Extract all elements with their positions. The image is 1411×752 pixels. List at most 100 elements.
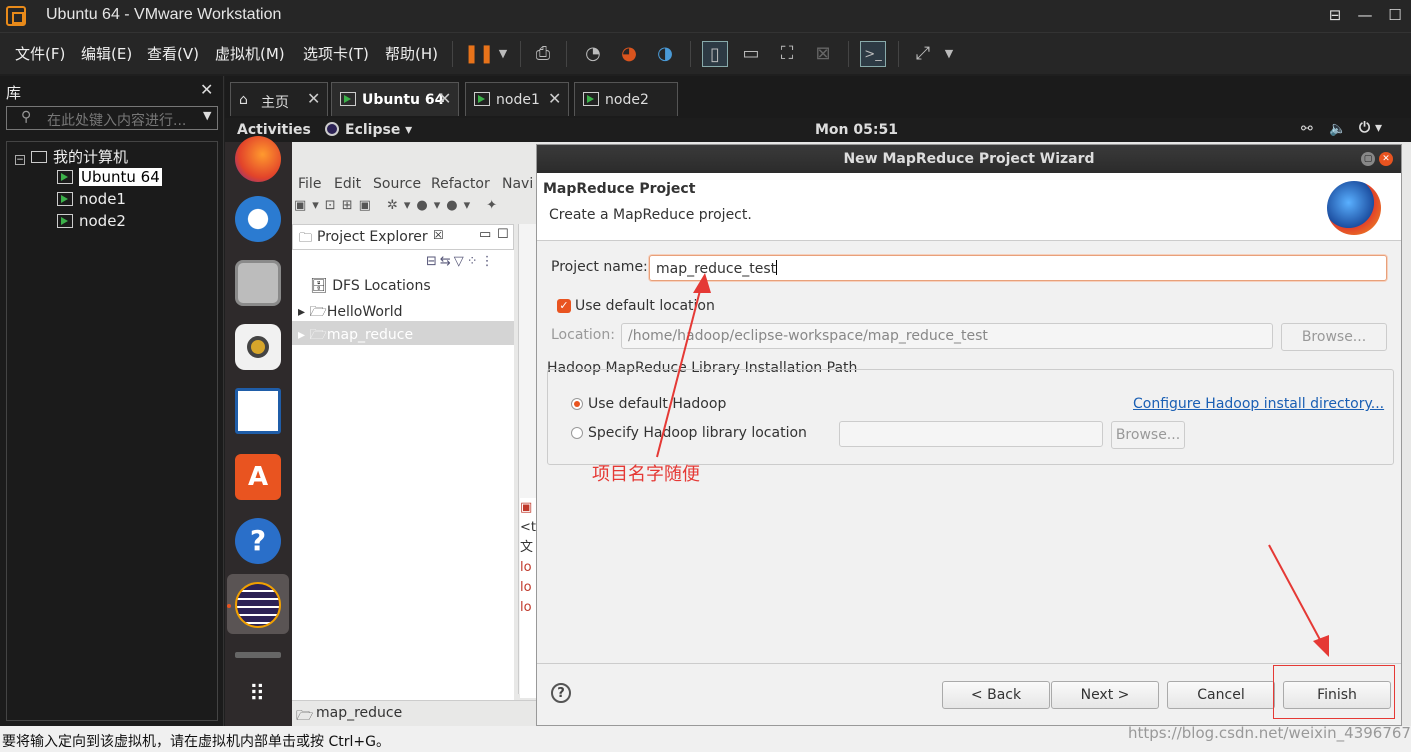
close-icon[interactable]: ✕ [307, 89, 320, 108]
library-search-input[interactable]: ⚲ 在此处键入内容进行... ▼ [6, 106, 218, 130]
eclipse-menu-edit[interactable]: Edit [334, 176, 361, 192]
vm-tab-bar: ⌂ 主页 ✕ Ubuntu 64 ✕ node1 ✕ node2 [225, 76, 1411, 118]
vm-icon [57, 192, 73, 206]
vm-screen[interactable]: Activities Eclipse ▾ Mon 05:51 ⚯ 🔈 ⏻ ▾ A… [225, 118, 1411, 726]
snapshot-manager-icon[interactable]: ◑ [652, 41, 678, 67]
menu-edit[interactable]: 编辑(E) [81, 43, 132, 64]
menu-help[interactable]: 帮助(H) [385, 43, 438, 64]
close-icon[interactable]: ✕ [200, 80, 213, 99]
configure-hadoop-link[interactable]: Configure Hadoop install directory... [1133, 396, 1384, 412]
project-explorer-panel: ⊟⇆▽⁘⋮ 🗄 DFS Locations ▸ 🗁HelloWorld ▸ 🗁m… [292, 250, 514, 700]
files-icon[interactable] [235, 260, 281, 306]
tree-item-label: node1 [79, 190, 126, 208]
chevron-down-icon[interactable]: ▼ [936, 41, 962, 67]
expand-icon: ▸ [298, 327, 306, 343]
chevron-down-icon[interactable]: ▼ [203, 109, 211, 122]
tab-home[interactable]: ⌂ 主页 ✕ [230, 82, 328, 116]
maximize-button[interactable]: ☐ [1379, 0, 1411, 32]
maximize-icon[interactable]: ☐ [497, 227, 509, 242]
eclipse-menu-refactor[interactable]: Refactor [431, 176, 490, 192]
console-line: 文 [520, 540, 534, 555]
tree-item-ubuntu[interactable]: Ubuntu 64 [57, 168, 162, 186]
explorer-item-dfs[interactable]: 🗄 DFS Locations [310, 278, 431, 294]
toolbar-separator [898, 41, 899, 67]
project-name-label: Project name: [551, 259, 648, 275]
maximize-icon[interactable]: ▢ [1361, 152, 1375, 166]
menu-view[interactable]: 查看(V) [147, 43, 199, 64]
menu-tabs[interactable]: 选项卡(T) [303, 43, 369, 64]
stretch-icon[interactable]: ⤢ [910, 41, 936, 67]
activities-button[interactable]: Activities [237, 122, 311, 138]
location-input[interactable]: /home/hadoop/eclipse-workspace/map_reduc… [621, 323, 1273, 349]
close-icon[interactable]: ☒ [433, 228, 444, 242]
specify-hadoop-radio[interactable] [571, 427, 583, 439]
explorer-item-mapreduce[interactable]: ▸ 🗁map_reduce [298, 324, 413, 348]
show-apps-icon[interactable]: ⠿ [235, 672, 281, 718]
sidebar-toggle-icon[interactable]: ▯ [702, 41, 728, 67]
close-icon[interactable]: ✕ [548, 89, 561, 108]
send-keys-icon[interactable]: ⎙ [530, 41, 556, 67]
tree-item-node1[interactable]: node1 [57, 190, 126, 208]
collapse-icon[interactable]: − [15, 155, 25, 165]
eclipse-menu-navigate[interactable]: Navi [502, 176, 533, 192]
firefox-icon[interactable] [235, 136, 281, 182]
explorer-toolbar[interactable]: ⊟⇆▽⁘⋮ [426, 254, 497, 269]
tab-node1[interactable]: node1 ✕ [465, 82, 569, 116]
eclipse-toolbar[interactable]: ▣▾⊡⊞▣ ✲▾●▾●▾ ✦ [294, 198, 534, 220]
clock[interactable]: Mon 05:51 [815, 122, 898, 138]
cancel-button[interactable]: Cancel [1167, 681, 1275, 709]
use-default-location-checkbox[interactable]: ✓ [557, 299, 571, 313]
use-default-hadoop-radio[interactable] [571, 398, 583, 410]
minimize-icon[interactable]: ▭ [479, 227, 491, 242]
console-icon[interactable]: >_ [860, 41, 886, 67]
browse-hadoop-button[interactable]: Browse... [1111, 421, 1185, 449]
tree-item-node2[interactable]: node2 [57, 212, 126, 230]
vm-icon [57, 170, 73, 184]
chevron-down-icon[interactable]: ▼ [490, 41, 516, 67]
layout-icon[interactable]: ⊟ [1319, 0, 1351, 32]
eclipse-icon[interactable] [235, 582, 281, 628]
back-button[interactable]: < Back [942, 681, 1050, 709]
pause-icon[interactable]: ❚❚ [464, 41, 494, 67]
hadoop-library-input[interactable] [839, 421, 1103, 447]
project-name-input[interactable]: map_reduce_test [649, 255, 1387, 281]
project-explorer-tab[interactable]: 🗀 Project Explorer ☒ ▭ ☐ [292, 224, 514, 250]
browse-button[interactable]: Browse... [1281, 323, 1387, 351]
library-title: 库 [6, 84, 22, 102]
minimize-button[interactable]: — [1349, 0, 1381, 32]
thunderbird-icon[interactable] [235, 196, 281, 242]
eclipse-menu-source[interactable]: Source [373, 176, 421, 192]
revert-snapshot-icon[interactable]: ◕ [616, 41, 642, 67]
snapshot-icon[interactable]: ◔ [580, 41, 606, 67]
toolbar-separator [690, 41, 691, 67]
tab-node2[interactable]: node2 [574, 82, 678, 116]
rhythmbox-icon[interactable] [235, 324, 281, 370]
writer-icon[interactable] [235, 388, 281, 434]
eclipse-menu-file[interactable]: File [298, 176, 321, 192]
software-center-icon[interactable]: A [235, 454, 281, 500]
toolbar-separator [452, 41, 453, 67]
eclipse-statusbar: 🗁 map_reduce [292, 700, 536, 726]
close-icon[interactable]: ✕ [438, 89, 451, 108]
next-button[interactable]: Next > [1051, 681, 1159, 709]
dialog-title: New MapReduce Project Wizard [843, 151, 1095, 167]
app-menu[interactable]: Eclipse ▾ [325, 122, 412, 138]
tree-root-label: 我的计算机 [53, 148, 129, 166]
tab-label: 主页 [261, 95, 289, 111]
power-icon[interactable]: ⏻ ▾ [1359, 120, 1382, 136]
menu-file[interactable]: 文件(F) [15, 43, 65, 64]
fullscreen-icon[interactable]: ⛶ [774, 41, 800, 67]
thumbnail-icon[interactable]: ▭ [738, 41, 764, 67]
finish-button[interactable]: Finish [1283, 681, 1391, 709]
volume-icon[interactable]: 🔈 [1329, 121, 1346, 137]
network-icon[interactable]: ⚯ [1301, 121, 1313, 137]
explorer-item-label: HelloWorld [326, 304, 403, 320]
help-icon[interactable]: ? [235, 518, 281, 564]
menu-vm[interactable]: 虚拟机(M) [215, 43, 285, 64]
tree-root[interactable]: − 我的计算机 [15, 146, 128, 167]
close-icon[interactable]: ✕ [1379, 152, 1393, 166]
tab-ubuntu64[interactable]: Ubuntu 64 ✕ [331, 82, 459, 116]
unity-icon[interactable]: ⊠ [810, 41, 836, 67]
help-icon[interactable]: ? [551, 683, 571, 703]
folder-icon: 🗀 [299, 231, 313, 246]
